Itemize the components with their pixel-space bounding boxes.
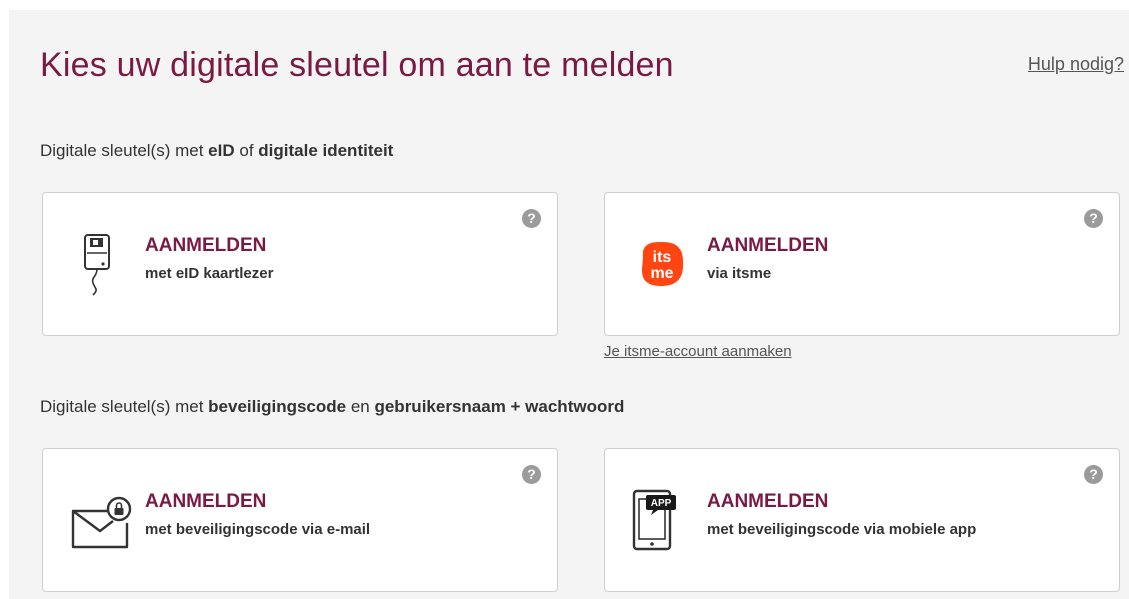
itsme-account-link[interactable]: Je itsme-account aanmaken [604, 343, 792, 360]
card-title: AANMELDEN [707, 235, 829, 256]
login-card-itsme[interactable]: ? its me AANMELDEN via itsme [604, 192, 1120, 336]
card-subtitle: met beveiligingscode via mobiele app [707, 521, 977, 538]
section-label-eid: Digitale sleutel(s) met eID of digitale … [40, 141, 394, 160]
svg-text:APP: APP [651, 498, 672, 509]
svg-text:me: me [650, 265, 673, 282]
card-title: AANMELDEN [145, 491, 267, 512]
login-card-email-code[interactable]: ? AANMELDEN met beveiligingscode via e-m… [42, 448, 558, 592]
help-question-icon[interactable]: ? [1084, 465, 1103, 484]
card-reader-icon [69, 233, 133, 297]
page-title: Kies uw digitale sleutel om aan te melde… [40, 46, 674, 84]
help-question-icon[interactable]: ? [1084, 209, 1103, 228]
card-title: AANMELDEN [707, 491, 829, 512]
card-title: AANMELDEN [145, 235, 267, 256]
svg-text:its: its [653, 249, 672, 266]
help-question-icon[interactable]: ? [522, 465, 541, 484]
help-link[interactable]: Hulp nodig? [1028, 54, 1124, 75]
mobile-app-icon: APP [631, 489, 695, 553]
card-subtitle: met beveiligingscode via e-mail [145, 521, 371, 538]
envelope-lock-icon [69, 489, 133, 553]
login-card-mobile-app[interactable]: ? APP AANMELDEN met beveiligingscode via… [604, 448, 1120, 592]
card-subtitle: met eID kaartlezer [145, 265, 274, 282]
card-subtitle: via itsme [707, 265, 772, 282]
login-card-eid-reader[interactable]: ? AANMELDEN met eID kaartlezer [42, 192, 558, 336]
itsme-logo: its me [631, 233, 695, 297]
help-question-icon[interactable]: ? [522, 209, 541, 228]
section-label-security-code: Digitale sleutel(s) met beveiligingscode… [40, 397, 625, 416]
